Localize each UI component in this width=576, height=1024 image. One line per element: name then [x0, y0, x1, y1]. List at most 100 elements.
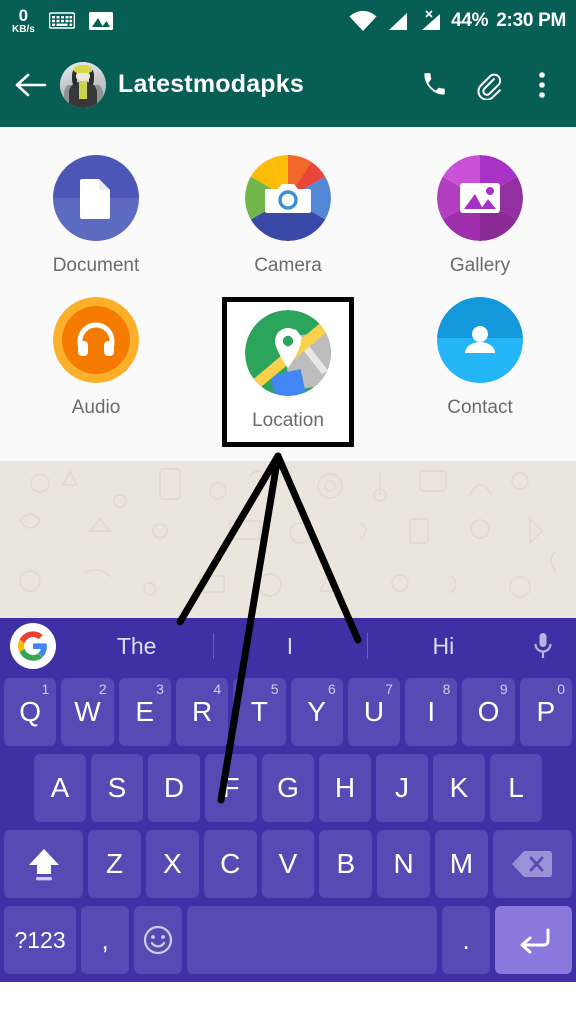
key-y[interactable]: 6Y	[290, 678, 343, 746]
key-c[interactable]: C	[203, 830, 257, 898]
key-v[interactable]: V	[261, 830, 315, 898]
key-j[interactable]: J	[376, 754, 428, 822]
virtual-keyboard: The I Hi 1Q 2W 3E 4R 5T 6Y 7U 8I 9O 0P A…	[0, 618, 576, 982]
space-key[interactable]	[187, 906, 438, 974]
key-superscript: 9	[499, 681, 508, 697]
signal-icon	[385, 10, 409, 32]
audio-icon	[53, 297, 139, 383]
key-label: T	[250, 696, 268, 727]
location-highlight-box: Location	[222, 297, 354, 447]
avatar-photo	[60, 61, 106, 108]
key-w[interactable]: 2W	[61, 678, 114, 746]
attachment-row-2: Audio Location Contact	[0, 291, 576, 447]
keyboard-row-1: 1Q 2W 3E 4R 5T 6Y 7U 8I 9O 0P	[0, 674, 576, 750]
key-h[interactable]: H	[319, 754, 371, 822]
key-f[interactable]: F	[205, 754, 257, 822]
key-superscript: 0	[557, 681, 565, 697]
attachment-item-camera[interactable]: Camera	[192, 149, 384, 277]
back-arrow-icon[interactable]	[14, 68, 48, 102]
enter-key-icon[interactable]	[495, 906, 572, 974]
key-i[interactable]: 8I	[405, 678, 458, 746]
key-superscript: 6	[328, 681, 336, 697]
key-q[interactable]: 1Q	[4, 678, 57, 746]
key-superscript: 5	[270, 681, 279, 697]
key-t[interactable]: 5T	[233, 678, 286, 746]
status-bar: 0 KB/s 44% 2:30 PM	[0, 0, 576, 42]
key-superscript: 4	[213, 681, 222, 697]
key-superscript: 7	[385, 681, 394, 697]
status-bar-right: 44% 2:30 PM	[349, 0, 566, 42]
period-key[interactable]: .	[442, 906, 491, 974]
voice-input-icon[interactable]	[520, 631, 566, 661]
paperclip-icon[interactable]	[474, 70, 502, 100]
key-b[interactable]: B	[319, 830, 373, 898]
key-label: O	[477, 696, 500, 727]
key-e[interactable]: 3E	[118, 678, 171, 746]
key-a[interactable]: A	[34, 754, 86, 822]
chat-app-bar: Latestmodapks	[0, 42, 576, 127]
google-g-logo[interactable]	[10, 623, 56, 669]
key-o[interactable]: 9O	[462, 678, 515, 746]
key-superscript: 8	[442, 681, 451, 697]
attachment-label: Contact	[447, 397, 513, 418]
attachment-row-1: Document Camera Gallery	[0, 149, 576, 277]
symbols-key[interactable]: ?123	[4, 906, 77, 974]
attachment-item-document[interactable]: Document	[0, 149, 192, 277]
attachment-panel: Document Camera Gallery Audio Location C…	[0, 127, 576, 461]
attachment-item-location[interactable]: Location	[192, 291, 384, 447]
attachment-item-gallery[interactable]: Gallery	[384, 149, 576, 277]
document-icon	[53, 155, 139, 241]
key-n[interactable]: N	[377, 830, 430, 898]
signal-no-sim-icon	[417, 10, 443, 32]
overflow-menu-icon[interactable]	[528, 70, 556, 100]
status-bar-clock: 2:30 PM	[496, 10, 566, 31]
page-title: Latestmodapks	[118, 70, 304, 98]
contact-icon	[437, 297, 523, 383]
key-superscript: 3	[156, 681, 164, 697]
attachment-label: Location	[252, 410, 324, 431]
backspace-key-icon[interactable]	[492, 830, 572, 898]
network-speed-indicator: 0 KB/s	[12, 7, 35, 35]
key-label: I	[427, 696, 436, 727]
wifi-icon	[349, 10, 377, 32]
phone-icon[interactable]	[420, 70, 448, 100]
key-superscript: 1	[41, 681, 50, 697]
key-d[interactable]: D	[148, 754, 200, 822]
camera-icon	[245, 155, 331, 241]
suggestion-2[interactable]: I	[213, 633, 366, 660]
suggestion-strip: The I Hi	[0, 618, 576, 674]
attachment-label: Audio	[71, 397, 121, 418]
key-label: W	[74, 696, 101, 727]
keyboard-row-4: ?123 , .	[0, 902, 576, 978]
key-k[interactable]: K	[433, 754, 485, 822]
attachment-label: Camera	[254, 255, 322, 276]
key-z[interactable]: Z	[88, 830, 141, 898]
key-g[interactable]: G	[262, 754, 314, 822]
keyboard-icon	[48, 12, 75, 30]
key-m[interactable]: M	[434, 830, 488, 898]
comma-key[interactable]: ,	[81, 906, 130, 974]
keyboard-row-3: Z X C V B N M	[0, 826, 576, 902]
shift-key-icon[interactable]	[4, 830, 84, 898]
key-u[interactable]: 7U	[347, 678, 401, 746]
whatsapp-chat-screen: 0 KB/s 44% 2:30 PM Latestmodapks Documen…	[0, 0, 576, 1024]
suggestion-1[interactable]: The	[60, 633, 213, 660]
location-icon	[245, 310, 331, 396]
app-bar-actions	[420, 70, 562, 100]
key-label: R	[191, 696, 213, 727]
attachment-item-audio[interactable]: Audio	[0, 291, 192, 447]
key-l[interactable]: L	[490, 754, 542, 822]
emoji-key-icon[interactable]	[134, 906, 183, 974]
key-label: P	[536, 696, 556, 727]
key-s[interactable]: S	[91, 754, 143, 822]
suggestion-3[interactable]: Hi	[367, 633, 520, 660]
gallery-icon	[437, 155, 523, 241]
key-r[interactable]: 4R	[175, 678, 229, 746]
key-label: Y	[307, 696, 326, 727]
network-speed-value: 0	[18, 6, 29, 25]
avatar[interactable]	[60, 61, 106, 108]
key-x[interactable]: X	[146, 830, 199, 898]
status-bar-left: 0 KB/s	[12, 7, 113, 35]
key-p[interactable]: 0P	[519, 678, 572, 746]
attachment-item-contact[interactable]: Contact	[384, 291, 576, 447]
